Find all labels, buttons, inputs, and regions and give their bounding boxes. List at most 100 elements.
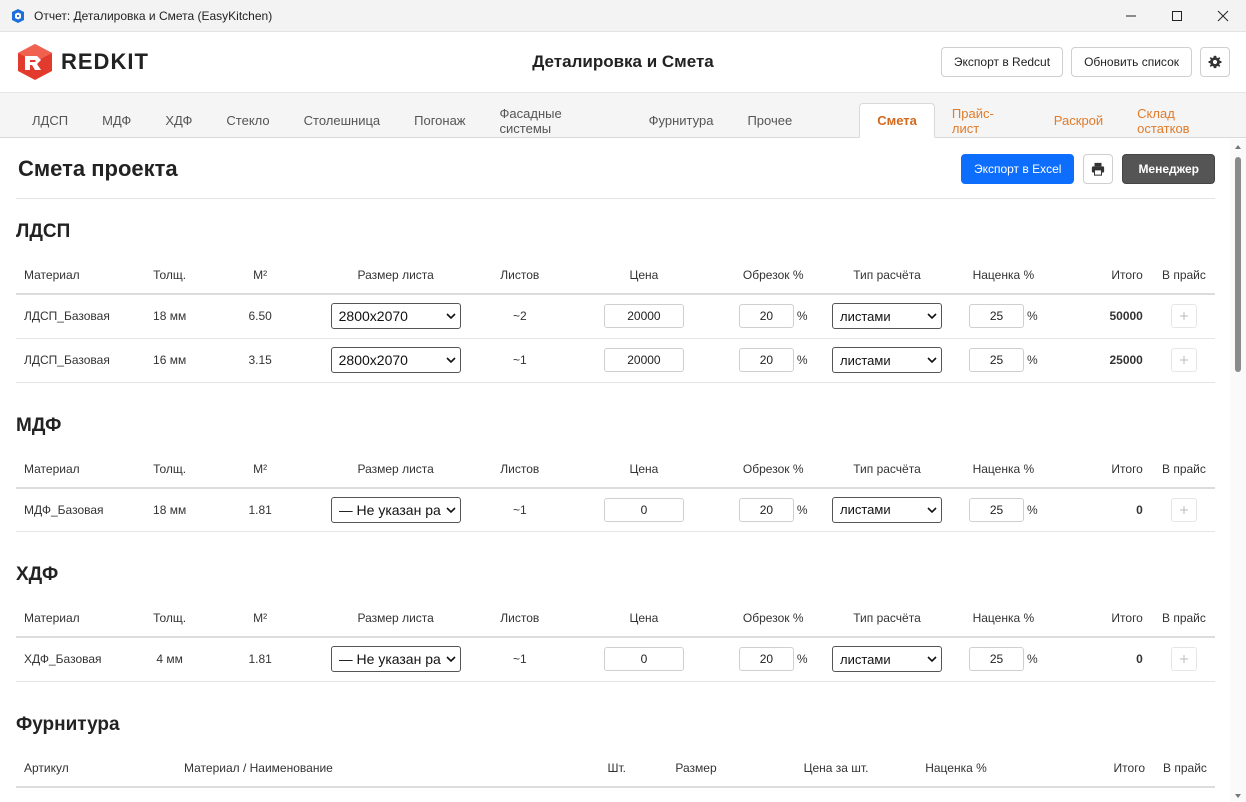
tab-countertop[interactable]: Столешница <box>287 104 398 137</box>
percent-label: % <box>796 309 808 324</box>
add-to-price-button[interactable] <box>1170 348 1197 372</box>
col-markup: Наценка % <box>954 450 1053 489</box>
tab-ldsp[interactable]: ЛДСП <box>15 104 85 137</box>
sheet-size-select[interactable]: — Не указан ра <box>330 646 461 673</box>
app-header: REDKIT Деталировка и Смета Экспорт в Red… <box>0 32 1246 93</box>
percent-label: % <box>1027 353 1038 367</box>
print-button[interactable] <box>1083 153 1114 184</box>
add-to-price-button[interactable] <box>1170 497 1197 522</box>
hardware-table: Артикул Материал / Наименование Шт. Разм… <box>16 749 1215 788</box>
col-to-price: В прайс <box>1152 600 1215 638</box>
tab-glass[interactable]: Стекло <box>209 104 286 137</box>
sheet-size-select[interactable]: 2800x2070 <box>330 347 461 373</box>
col-sheet-size: Размер листа <box>312 257 479 295</box>
plus-icon <box>1179 312 1188 321</box>
scroll-up-arrow-icon[interactable] <box>1234 143 1242 151</box>
markup-input[interactable]: 25 <box>969 647 1025 672</box>
waste-input[interactable]: 20 <box>738 497 794 522</box>
vertical-scrollbar[interactable] <box>1230 139 1246 802</box>
col-calc-type: Тип расчёта <box>819 257 955 295</box>
price-input[interactable]: 20000 <box>603 348 684 372</box>
calc-type-select[interactable]: листами <box>832 303 942 330</box>
col-calc-type: Тип расчёта <box>819 600 955 638</box>
chevron-down-icon <box>446 656 456 663</box>
minimize-button[interactable] <box>1108 0 1154 32</box>
cell-material: МДФ_Базовая <box>16 487 132 532</box>
calc-type-select[interactable]: листами <box>832 496 942 523</box>
close-icon <box>1217 10 1229 21</box>
tab-bar: ЛДСП МДФ ХДФ Стекло Столешница Погонаж Ф… <box>0 93 1246 138</box>
tab-mdf[interactable]: МДФ <box>85 104 148 137</box>
settings-button[interactable] <box>1200 47 1230 77</box>
chevron-down-icon <box>446 507 456 513</box>
manager-button[interactable]: Менеджер <box>1122 153 1215 184</box>
scrollbar-thumb[interactable] <box>1235 157 1241 372</box>
markup-input[interactable]: 25 <box>969 348 1025 372</box>
sheet-size-select[interactable]: — Не указан ра <box>330 496 461 523</box>
tab-facade-systems[interactable]: Фасадные системы <box>483 104 632 137</box>
col-article: Артикул <box>16 749 176 788</box>
col-area: М² <box>207 257 313 295</box>
col-sheet-size: Размер листа <box>312 600 479 638</box>
scroll-down-arrow-icon[interactable] <box>1234 792 1242 800</box>
col-area: М² <box>207 600 313 638</box>
tab-estimate[interactable]: Смета <box>859 103 935 138</box>
col-to-price: В прайс <box>1155 749 1215 788</box>
markup-input[interactable]: 25 <box>969 304 1025 329</box>
cell-material: ХДФ_Базовая <box>16 637 132 682</box>
add-to-price-button[interactable] <box>1170 304 1197 329</box>
cell-area: 1.81 <box>207 637 313 682</box>
percent-label: % <box>1027 309 1038 324</box>
col-sheets: Листов <box>478 450 562 489</box>
refresh-list-button[interactable]: Обновить список <box>1071 47 1192 77</box>
maximize-icon <box>1172 10 1182 21</box>
logo-icon <box>18 44 52 80</box>
price-input[interactable]: 20000 <box>603 304 684 329</box>
col-material: Материал <box>16 450 132 489</box>
waste-input[interactable]: 20 <box>738 647 794 672</box>
calc-type-select[interactable]: листами <box>832 646 942 673</box>
plus-icon <box>1179 655 1188 664</box>
tab-other[interactable]: Прочее <box>730 104 809 137</box>
col-sheet-size: Размер листа <box>312 450 479 489</box>
app-icon <box>12 8 24 23</box>
col-price: Цена <box>561 600 727 638</box>
tab-hdf[interactable]: ХДФ <box>148 104 209 137</box>
tab-price-list[interactable]: Прайс-лист <box>935 104 1037 137</box>
export-excel-button[interactable]: Экспорт в Excel <box>960 153 1075 184</box>
table-header-row: Материал Толщ. М² Размер листа Листов Це… <box>16 450 1215 489</box>
table-row: ЛДСП_Базовая 18 мм 6.50 2800x2070 ~2 200… <box>16 294 1215 339</box>
estimate-content: Смета проекта Экспорт в Excel Менеджер Л… <box>0 139 1230 802</box>
calc-type-select[interactable]: листами <box>832 347 942 373</box>
tab-moulding[interactable]: Погонаж <box>397 104 482 137</box>
percent-label: % <box>796 502 808 517</box>
cell-material: ЛДСП_Базовая <box>16 338 132 383</box>
cell-thickness: 18 мм <box>131 294 208 339</box>
col-price: Цена <box>561 257 727 295</box>
add-to-price-button[interactable] <box>1170 647 1197 672</box>
col-price: Цена <box>561 450 727 489</box>
tab-stock[interactable]: Склад остатков <box>1120 104 1246 137</box>
col-thickness: Толщ. <box>131 257 208 295</box>
maximize-button[interactable] <box>1154 0 1200 32</box>
col-waste: Обрезок % <box>726 600 820 638</box>
section-title-hdf: ХДФ <box>16 564 59 585</box>
col-material: Материал <box>16 600 132 638</box>
sheet-size-select[interactable]: 2800x2070 <box>330 303 461 330</box>
tab-cutting[interactable]: Раскрой <box>1037 104 1120 137</box>
cell-sheets: ~2 <box>478 294 562 339</box>
cell-sheets: ~1 <box>478 637 562 682</box>
markup-input[interactable]: 25 <box>969 497 1025 522</box>
tab-hardware[interactable]: Фурнитура <box>632 104 731 137</box>
col-markup: Наценка % <box>954 600 1053 638</box>
waste-input[interactable]: 20 <box>738 348 794 372</box>
price-input[interactable]: 0 <box>603 647 684 672</box>
export-redcut-button[interactable]: Экспорт в Redcut <box>940 47 1064 77</box>
col-calc-type: Тип расчёта <box>819 450 955 489</box>
waste-input[interactable]: 20 <box>738 304 794 329</box>
price-input[interactable]: 0 <box>603 497 684 522</box>
close-button[interactable] <box>1200 0 1246 32</box>
plus-icon <box>1179 505 1188 514</box>
col-size: Размер <box>636 749 756 788</box>
col-thickness: Толщ. <box>131 450 208 489</box>
